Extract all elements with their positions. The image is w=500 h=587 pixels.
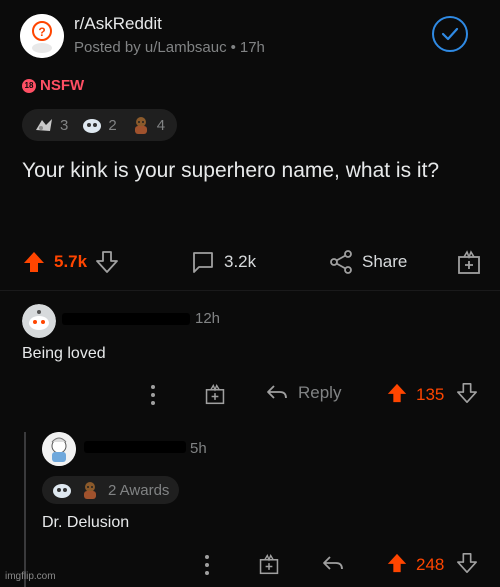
thread-line[interactable] [24, 432, 26, 587]
more-options-icon[interactable] [150, 384, 156, 406]
comment-score: 135 [416, 385, 445, 404]
redacted-username [62, 313, 190, 325]
comment-score: 248 [416, 555, 445, 574]
commenter-avatar[interactable] [22, 304, 56, 338]
post-title[interactable]: Your kink is your superhero name, what i… [22, 157, 482, 185]
comment-action-bar: Reply 135 [140, 380, 480, 410]
gift-icon[interactable] [258, 553, 280, 575]
award-icon-1 [34, 116, 54, 134]
checkmark-icon [441, 27, 459, 41]
comment-action-bar: 248 [190, 550, 490, 580]
award-icon-2 [52, 481, 72, 499]
section-divider [0, 290, 500, 291]
commenter-avatar[interactable] [42, 432, 76, 466]
meta-separator: • [230, 39, 236, 56]
more-options-icon[interactable] [204, 554, 210, 576]
award-count: 3 [60, 116, 69, 134]
post-time: 17h [239, 39, 265, 56]
reply-label: Reply [298, 383, 342, 402]
nsfw-tag: 18 NSFW [22, 77, 84, 94]
nsfw-label: NSFW [40, 77, 85, 94]
awards-pill[interactable]: 3 2 4 [22, 109, 178, 141]
comment-awards-pill[interactable]: 2 Awards [42, 476, 180, 504]
upvote-arrow-icon[interactable] [22, 250, 46, 274]
subreddit-avatar[interactable]: ? [20, 14, 64, 58]
share-icon [328, 249, 354, 275]
reply-arrow-icon[interactable] [322, 554, 344, 574]
watermark: imgflip.com [5, 571, 56, 582]
post-score: 5.7k [54, 252, 88, 271]
award-item: 2 [82, 116, 117, 134]
downvote-arrow-icon[interactable] [456, 552, 478, 574]
comment-text: Dr. Delusion [42, 514, 130, 531]
downvote-arrow-icon[interactable] [456, 382, 478, 404]
comments-button[interactable]: 3.2k [190, 245, 256, 279]
upvote-arrow-icon[interactable] [386, 382, 408, 404]
svg-text:?: ? [38, 25, 45, 39]
vote-group: 5.7k [22, 245, 119, 279]
comment-count: 3.2k [224, 252, 257, 271]
comment-time: 5h [190, 440, 207, 457]
reply-arrow-icon [266, 383, 288, 403]
award-item: 4 [131, 116, 165, 134]
award-count: 2 [108, 116, 117, 134]
award-icon-2 [82, 116, 102, 134]
award-icon-3 [131, 116, 151, 134]
join-check-button[interactable] [432, 16, 468, 52]
nsfw-18-icon: 18 [22, 78, 36, 93]
redacted-username [84, 441, 186, 453]
reply-button[interactable]: Reply [266, 383, 341, 403]
subreddit-name[interactable]: r/AskReddit [74, 14, 162, 34]
upvote-arrow-icon[interactable] [386, 552, 408, 574]
comment-bubble-icon [190, 249, 216, 275]
gift-icon[interactable] [204, 383, 226, 405]
comment-time: 12h [195, 310, 221, 327]
post-meta: Posted by u/Lambsauc • 17h [74, 39, 265, 56]
comment-text: Being loved [22, 345, 106, 362]
downvote-arrow-icon[interactable] [95, 250, 119, 274]
give-award-button[interactable] [456, 245, 482, 279]
post-action-bar: 5.7k 3.2k Share [22, 245, 484, 279]
award-count: 4 [156, 116, 166, 134]
gift-icon [456, 249, 482, 275]
share-button[interactable]: Share [328, 245, 407, 279]
award-item: 3 [34, 116, 68, 134]
award-icon-3 [80, 481, 100, 499]
awards-count-label: 2 Awards [108, 481, 170, 499]
posted-by[interactable]: Posted by u/Lambsauc [74, 39, 227, 56]
share-label: Share [362, 252, 408, 271]
